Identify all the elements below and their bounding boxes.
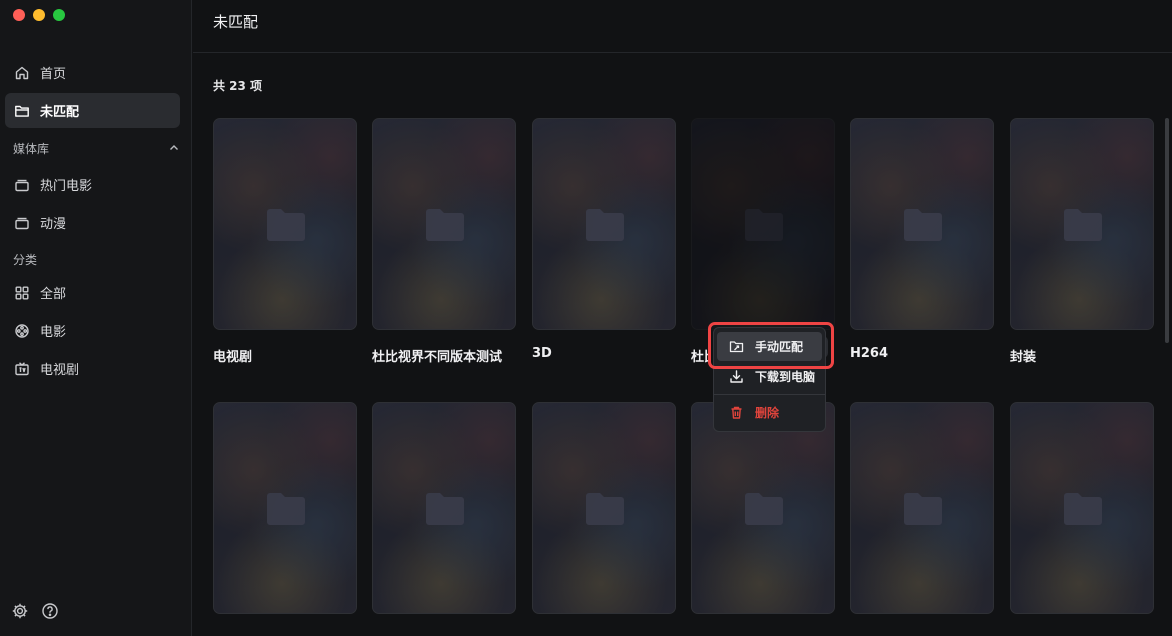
card-thumbnail[interactable] — [213, 402, 357, 614]
section-category-label: 分类 — [13, 252, 38, 267]
sidebar-item-unmatched[interactable]: 未匹配 — [5, 93, 180, 128]
sidebar-item-all[interactable]: 全部 — [5, 275, 180, 310]
zoom-window-button[interactable] — [53, 9, 65, 21]
sidebar-item-label: 全部 — [40, 287, 67, 302]
card-thumbnail[interactable] — [1010, 402, 1154, 614]
card-thumbnail[interactable] — [532, 402, 676, 614]
menu-item-label: 下载到电脑 — [755, 370, 816, 384]
folder-icon — [586, 493, 624, 525]
card-thumbnail[interactable] — [691, 402, 835, 614]
manual-match-icon — [729, 341, 744, 353]
folder-icon — [1064, 209, 1102, 241]
folder-icon — [904, 493, 942, 525]
media-card[interactable] — [532, 402, 676, 614]
card-thumbnail[interactable] — [372, 118, 516, 330]
close-window-button[interactable] — [13, 9, 25, 21]
media-card[interactable]: 3D — [532, 118, 676, 361]
menu-item-delete[interactable]: 删除 — [717, 398, 822, 427]
card-thumbnail[interactable] — [1010, 118, 1154, 330]
window-controls — [13, 9, 65, 21]
menu-item-label: 删除 — [755, 406, 780, 420]
app-window: 首页 未匹配 媒体库 热门电影 动漫 分类 全部 电影 电视剧 未匹配 共 23… — [0, 0, 1172, 636]
menu-item-label: 手动匹配 — [755, 340, 804, 354]
sidebar-item-tv[interactable]: 电视剧 — [5, 351, 180, 386]
page-title: 未匹配 — [213, 13, 259, 31]
sidebar-item-label: 电影 — [40, 325, 67, 340]
media-card[interactable] — [372, 402, 516, 614]
card-title[interactable]: 杜比视界不同版本测试 — [372, 346, 514, 365]
folder-icon — [904, 209, 942, 241]
context-menu: 手动匹配 下载到电脑 删除 — [713, 327, 826, 432]
sidebar-item-label: 首页 — [40, 67, 67, 82]
card-thumbnail[interactable] — [213, 118, 357, 330]
card-thumbnail[interactable] — [850, 402, 994, 614]
menu-divider — [714, 394, 825, 395]
scrollbar[interactable] — [1165, 118, 1169, 343]
sidebar-item-movies[interactable]: 电影 — [5, 313, 180, 348]
home-icon — [13, 64, 31, 82]
header-divider — [193, 52, 1172, 53]
media-card[interactable] — [691, 402, 835, 614]
folder-icon — [745, 493, 783, 525]
folder-icon — [267, 209, 305, 241]
folder-icon — [13, 102, 31, 120]
media-card[interactable]: H264 — [850, 118, 994, 361]
folder-icon — [1064, 493, 1102, 525]
library-icon — [13, 176, 31, 194]
main-content: 未匹配 共 23 项 电视剧 杜比视界不同版本测试 3D 杜 H264 封装 — [193, 0, 1172, 636]
download-icon — [730, 370, 743, 383]
sidebar-item-home[interactable]: 首页 — [5, 55, 180, 90]
card-title[interactable]: 杜比 — [691, 346, 709, 365]
tv-icon — [13, 360, 31, 378]
help-icon[interactable] — [41, 602, 59, 620]
folder-icon — [586, 209, 624, 241]
section-category-header: 分类 — [13, 249, 183, 269]
media-card[interactable] — [850, 402, 994, 614]
folder-icon — [745, 209, 783, 241]
trash-icon — [731, 406, 742, 419]
sidebar-item-label: 电视剧 — [40, 363, 80, 378]
media-card[interactable]: 封装 — [1010, 118, 1154, 365]
library-icon — [13, 214, 31, 232]
section-library-header[interactable]: 媒体库 — [13, 138, 183, 158]
folder-icon — [426, 209, 464, 241]
media-card[interactable] — [1010, 402, 1154, 614]
sidebar: 首页 未匹配 媒体库 热门电影 动漫 分类 全部 电影 电视剧 — [0, 0, 192, 636]
card-thumbnail[interactable] — [691, 118, 835, 330]
item-count: 共 23 项 — [213, 79, 263, 93]
menu-item-download[interactable]: 下载到电脑 — [717, 362, 822, 391]
card-thumbnail[interactable] — [532, 118, 676, 330]
sidebar-item-anime[interactable]: 动漫 — [5, 205, 180, 240]
sidebar-item-label: 未匹配 — [40, 105, 80, 120]
grid-icon — [13, 284, 31, 302]
chevron-up-icon[interactable] — [167, 141, 181, 155]
card-title[interactable]: 3D — [532, 346, 680, 361]
media-card[interactable] — [213, 402, 357, 614]
minimize-window-button[interactable] — [33, 9, 45, 21]
card-title[interactable]: H264 — [850, 346, 998, 361]
sidebar-item-hot-movies[interactable]: 热门电影 — [5, 167, 180, 202]
media-card[interactable]: 杜比视界不同版本测试 — [372, 118, 516, 365]
card-title[interactable]: 电视剧 — [213, 346, 361, 365]
sidebar-footer — [11, 602, 59, 620]
film-reel-icon — [13, 322, 31, 340]
folder-icon — [426, 493, 464, 525]
media-card[interactable]: 电视剧 — [213, 118, 357, 365]
folder-icon — [267, 493, 305, 525]
card-thumbnail[interactable] — [372, 402, 516, 614]
sidebar-item-label: 热门电影 — [40, 179, 93, 194]
menu-item-manual-match[interactable]: 手动匹配 — [717, 332, 822, 361]
sidebar-item-label: 动漫 — [40, 217, 67, 232]
card-thumbnail[interactable] — [850, 118, 994, 330]
settings-icon[interactable] — [11, 602, 29, 620]
card-title[interactable]: 封装 — [1010, 346, 1158, 365]
section-library-label: 媒体库 — [13, 141, 50, 156]
